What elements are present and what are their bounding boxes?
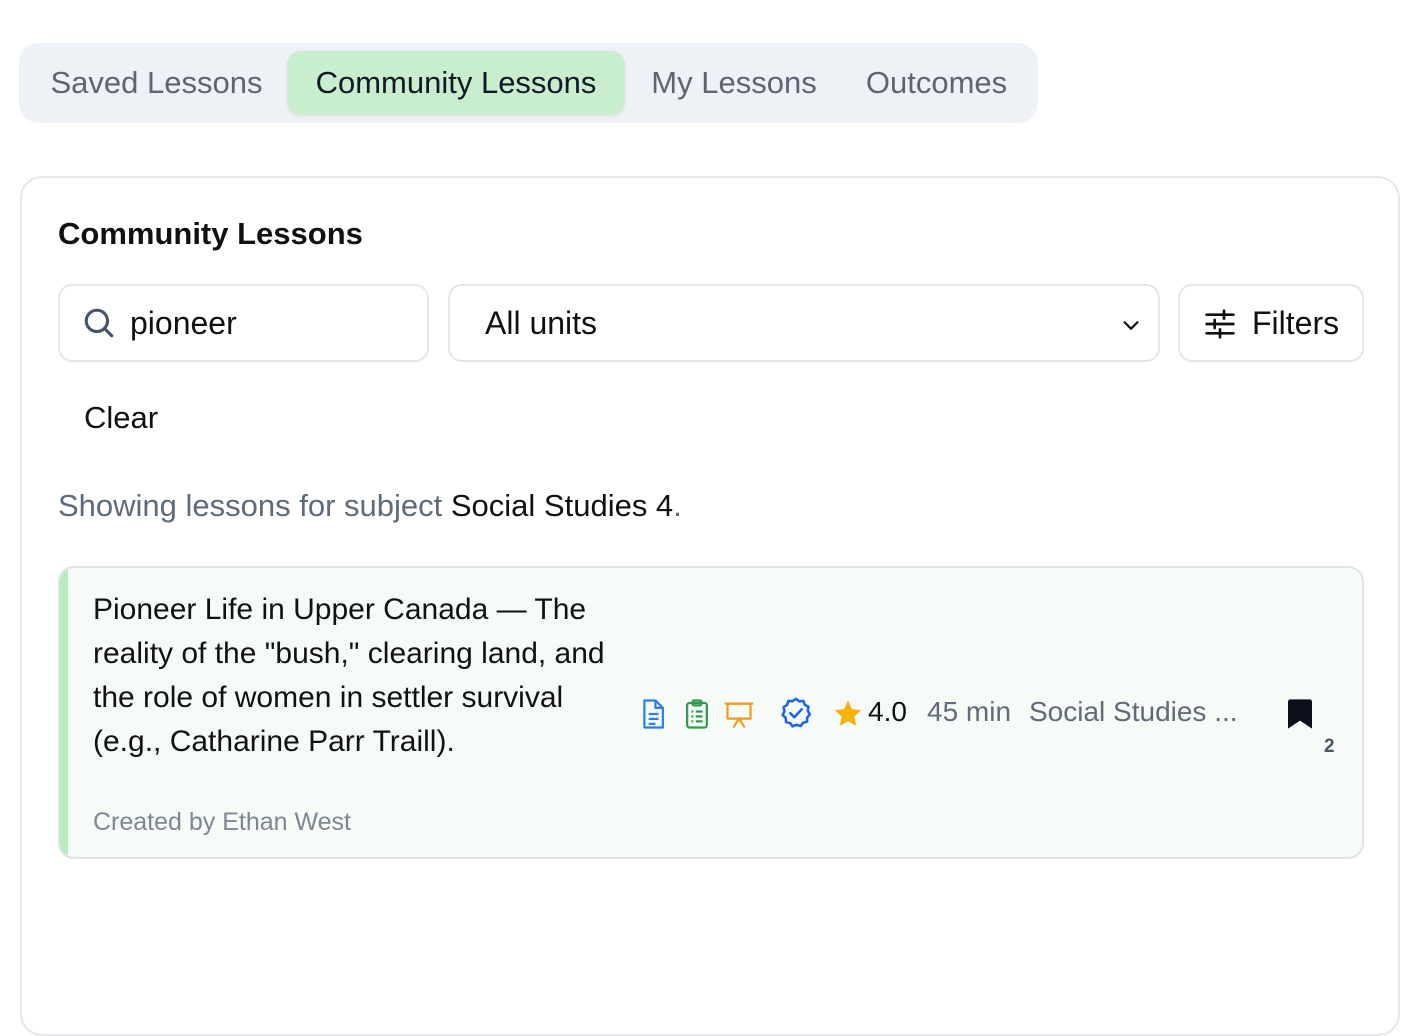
subject-suffix: . bbox=[673, 488, 682, 523]
section-title: Community Lessons bbox=[58, 216, 363, 251]
community-lessons-panel: Community Lessons All units Filters Clea… bbox=[20, 176, 1400, 1036]
card-accent-bar bbox=[60, 568, 68, 857]
verified-badge-icon bbox=[781, 697, 812, 728]
filters-button[interactable]: Filters bbox=[1178, 284, 1364, 362]
lesson-rating: 4.0 bbox=[868, 696, 907, 727]
filters-label: Filters bbox=[1252, 305, 1340, 341]
sliders-icon bbox=[1205, 309, 1235, 339]
subject-prefix: Showing lessons for subject bbox=[58, 488, 451, 523]
clear-button[interactable]: Clear bbox=[84, 400, 158, 436]
document-icon bbox=[643, 699, 664, 729]
lesson-title[interactable]: Pioneer Life in Upper Canada — The reali… bbox=[93, 588, 633, 764]
lesson-author: Created by Ethan West bbox=[93, 808, 352, 836]
search-box[interactable] bbox=[58, 284, 429, 362]
tab-my-lessons[interactable]: My Lessons bbox=[635, 51, 833, 115]
search-input[interactable] bbox=[130, 298, 410, 348]
lesson-tabs: Saved Lessons Community Lessons My Lesso… bbox=[19, 43, 1038, 123]
unit-select[interactable]: All units bbox=[448, 284, 1160, 362]
lesson-subject: Social Studies ... bbox=[1029, 696, 1238, 727]
tab-saved-lessons[interactable]: Saved Lessons bbox=[27, 51, 286, 115]
chevron-down-icon bbox=[1123, 321, 1139, 330]
presentation-icon bbox=[724, 702, 754, 728]
tab-outcomes[interactable]: Outcomes bbox=[849, 51, 1024, 115]
unit-select-value: All units bbox=[485, 305, 598, 341]
subject-name: Social Studies 4 bbox=[450, 488, 674, 523]
clipboard-icon bbox=[686, 699, 708, 729]
lesson-card[interactable]: Pioneer Life in Upper Canada — The reali… bbox=[58, 566, 1364, 859]
star-icon bbox=[834, 700, 862, 726]
tab-community-lessons[interactable]: Community Lessons bbox=[287, 51, 625, 115]
bookmark-icon[interactable] bbox=[1286, 698, 1314, 730]
bookmark-count: 2 bbox=[1324, 736, 1335, 757]
search-icon bbox=[84, 308, 114, 338]
lesson-duration: 45 min bbox=[927, 696, 1012, 727]
subject-info: Showing lessons for subject Social Studi… bbox=[58, 488, 682, 524]
